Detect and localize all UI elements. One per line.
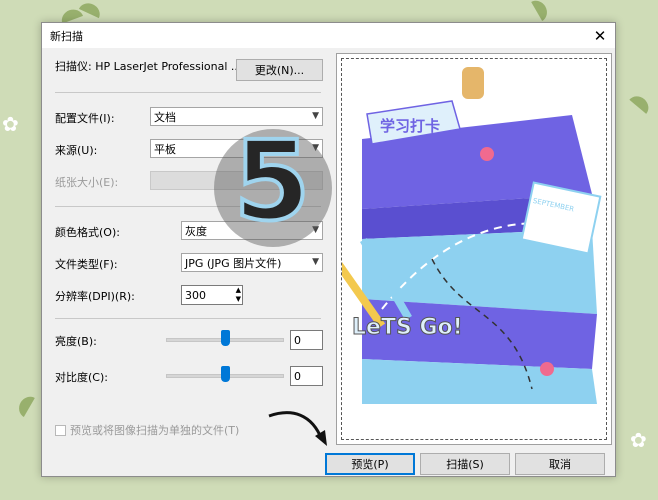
preview-button[interactable]: 预览(P): [325, 453, 415, 475]
file-type-value: JPG (JPG 图片文件): [185, 256, 282, 270]
color-format-row: 颜色格式(O):: [55, 224, 150, 240]
dialog-title: 新扫描: [50, 29, 83, 43]
map-pin-icon: [480, 147, 494, 161]
resolution-label: 分辨率(DPI)(R):: [55, 290, 135, 303]
contrast-label: 对比度(C):: [55, 371, 108, 384]
pointer-arrow-icon: [268, 411, 327, 446]
spinner-arrows-icon[interactable]: ▲ ▼: [236, 286, 241, 304]
resolution-value: 300: [185, 288, 206, 302]
change-scanner-button[interactable]: 更改(N)...: [236, 59, 323, 81]
file-type-label: 文件类型(F):: [55, 258, 118, 271]
separate-files-label: 预览或将图像扫描为单独的文件(T): [70, 424, 240, 437]
leaf-icon: [15, 392, 35, 418]
leaf-icon: [531, 0, 551, 22]
source-label: 来源(U):: [55, 144, 98, 157]
slogan-text: LeTS Go!: [352, 315, 463, 340]
chevron-down-icon: ▼: [312, 111, 319, 121]
color-format-value: 灰度: [185, 224, 207, 238]
brightness-value: 0: [294, 333, 301, 347]
paper-size-row: 纸张大小(E):: [55, 174, 150, 190]
file-type-select[interactable]: JPG (JPG 图片文件) ▼: [181, 253, 323, 272]
profile-value: 文档: [154, 110, 176, 124]
color-format-label: 颜色格式(O):: [55, 226, 120, 239]
resolution-spinner[interactable]: 300 ▲ ▼: [181, 285, 243, 305]
contrast-row: 对比度(C):: [55, 369, 150, 385]
leaf-icon: [629, 92, 653, 114]
preview-pane[interactable]: 学习打卡 SEPTEMBER LeTS Go!: [326, 53, 612, 445]
contrast-slider-thumb[interactable]: [221, 366, 230, 382]
scanner-label: 扫描仪: HP LaserJet Professional ...: [55, 60, 242, 73]
source-value: 平板: [154, 142, 176, 156]
titlebar: 新扫描 ✕: [42, 23, 615, 48]
calendar-icon: [520, 181, 602, 255]
brightness-input[interactable]: 0: [290, 330, 323, 350]
close-icon: ✕: [593, 26, 607, 45]
binder-clip-icon: [462, 67, 484, 99]
preview-selection-area[interactable]: 学习打卡 SEPTEMBER LeTS Go!: [326, 58, 607, 440]
profile-label: 配置文件(I):: [55, 112, 115, 125]
source-row: 来源(U):: [55, 142, 150, 158]
scan-button[interactable]: 扫描(S): [420, 453, 510, 475]
chevron-down-icon: ▼: [312, 257, 319, 267]
brightness-label: 亮度(B):: [55, 335, 97, 348]
settings-panel: 扫描仪: HP LaserJet Professional ... 更改(N).…: [42, 48, 334, 443]
brightness-slider-thumb[interactable]: [221, 330, 230, 346]
flower-icon: ✿: [630, 428, 647, 452]
profile-row: 配置文件(I):: [55, 110, 150, 126]
contrast-value: 0: [294, 369, 301, 383]
leaf-icon: [58, 6, 84, 24]
flower-icon: ✿: [2, 112, 19, 136]
leaf-icon: [78, 0, 104, 19]
scanner-row: 扫描仪: HP LaserJet Professional ...: [55, 58, 241, 74]
step-number: 5: [232, 117, 313, 245]
file-type-row: 文件类型(F):: [55, 256, 150, 272]
resolution-row: 分辨率(DPI)(R):: [55, 288, 150, 304]
paper-size-label: 纸张大小(E):: [55, 176, 119, 189]
contrast-input[interactable]: 0: [290, 366, 323, 386]
map-pin-icon: [540, 362, 554, 376]
cancel-button[interactable]: 取消: [515, 453, 605, 475]
brightness-row: 亮度(B):: [55, 333, 150, 349]
preview-image: 学习打卡 SEPTEMBER LeTS Go!: [326, 67, 602, 404]
new-scan-dialog: 新扫描 ✕ 扫描仪: HP LaserJet Professional ... …: [41, 22, 616, 477]
separate-files-checkbox[interactable]: 预览或将图像扫描为单独的文件(T): [55, 422, 239, 438]
separator: [55, 318, 321, 319]
title-sticker-text: 学习打卡: [380, 117, 440, 135]
close-button[interactable]: ✕: [585, 23, 615, 48]
separator: [55, 92, 321, 93]
checkbox-box[interactable]: [55, 424, 66, 436]
